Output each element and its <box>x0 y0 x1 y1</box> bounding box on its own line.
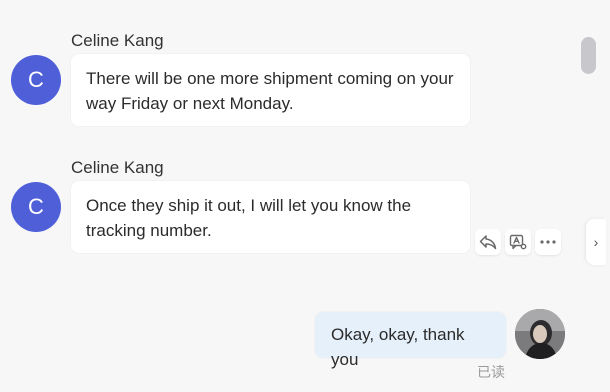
my-avatar[interactable] <box>515 309 565 359</box>
expand-panel-button[interactable]: › <box>586 219 606 265</box>
sender-name: Celine Kang <box>71 31 164 50</box>
avatar[interactable]: C <box>11 182 61 232</box>
profile-photo-icon <box>515 309 565 359</box>
message-bubble[interactable]: Once they ship it out, I will let you kn… <box>71 181 470 253</box>
scrollbar-thumb[interactable] <box>581 37 596 74</box>
chat-panel: Celine Kang C There will be one more shi… <box>0 0 610 392</box>
sender-name: Celine Kang <box>71 158 164 177</box>
read-status: 已读 <box>477 364 505 380</box>
chevron-right-icon: › <box>593 234 599 250</box>
translate-button[interactable] <box>505 229 531 255</box>
message-actions <box>475 229 561 255</box>
more-icon <box>540 240 556 244</box>
reply-icon <box>479 235 497 250</box>
my-message-bubble[interactable]: Okay, okay, thank you <box>315 312 506 369</box>
more-button[interactable] <box>535 229 561 255</box>
reply-button[interactable] <box>475 229 501 255</box>
message-bubble[interactable]: There will be one more shipment coming o… <box>71 54 470 126</box>
translate-icon <box>509 234 527 250</box>
avatar[interactable]: C <box>11 55 61 105</box>
